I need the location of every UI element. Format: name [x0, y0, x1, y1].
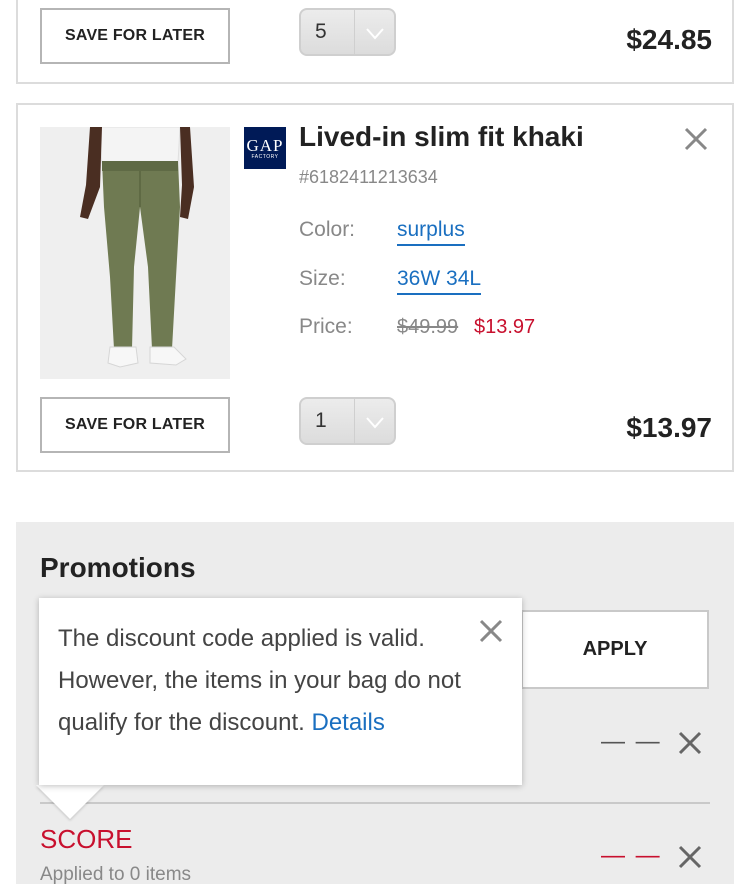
quantity-select[interactable]: 5	[299, 8, 396, 56]
sale-price: $13.97	[474, 316, 536, 338]
chevron-down-icon	[366, 417, 384, 429]
chevron-down-icon	[366, 28, 384, 40]
brand-logo-subtext: FACTORY	[251, 153, 279, 160]
promo-amount: — —	[601, 728, 662, 755]
original-price: $49.99	[397, 316, 459, 338]
quantity-divider	[354, 10, 355, 54]
cart-item-previous: SAVE FOR LATER 5 $24.85	[16, 0, 734, 84]
quantity-value: 5	[315, 20, 327, 43]
item-total-price: $13.97	[626, 412, 712, 443]
discount-tooltip: The discount code applied is valid. Howe…	[39, 598, 522, 785]
color-label: Color:	[299, 218, 356, 241]
tooltip-pointer	[36, 785, 104, 819]
quantity-value: 1	[315, 409, 327, 432]
cart-item: GAP FACTORY Lived-in slim fit khaki #618…	[16, 103, 734, 472]
size-value-link[interactable]: 36W 34L	[397, 267, 482, 295]
product-photo	[40, 127, 230, 379]
product-title[interactable]: Lived-in slim fit khaki	[299, 121, 584, 153]
tooltip-message-text: The discount code applied is valid. Howe…	[58, 625, 461, 736]
quantity-divider	[354, 399, 355, 443]
close-icon[interactable]	[675, 728, 705, 758]
gap-factory-logo: GAP FACTORY	[244, 127, 286, 169]
apply-button[interactable]: APPLY	[521, 610, 709, 689]
size-label: Size:	[299, 267, 346, 290]
item-total-price: $24.85	[626, 24, 712, 55]
promo-code-amount: — —	[601, 842, 662, 869]
brand-logo-text: GAP	[246, 135, 284, 155]
close-icon[interactable]	[476, 616, 506, 646]
save-for-later-button[interactable]: SAVE FOR LATER	[40, 397, 230, 453]
remove-code-icon[interactable]	[675, 842, 705, 872]
promo-code-applied: Applied to 0 items	[40, 864, 192, 884]
promotions-title: Promotions	[40, 552, 196, 583]
close-icon[interactable]	[681, 124, 711, 154]
product-image[interactable]	[40, 127, 230, 379]
promo-code-name: SCORE	[40, 824, 133, 854]
color-value-link[interactable]: surplus	[397, 218, 465, 246]
promo-divider	[40, 802, 710, 804]
details-link[interactable]: Details	[311, 709, 384, 736]
save-for-later-button[interactable]: SAVE FOR LATER	[40, 8, 230, 64]
product-sku: #6182411213634	[299, 167, 438, 187]
tooltip-message: The discount code applied is valid. Howe…	[58, 618, 478, 744]
quantity-select[interactable]: 1	[299, 397, 396, 445]
price-label: Price:	[299, 315, 353, 338]
